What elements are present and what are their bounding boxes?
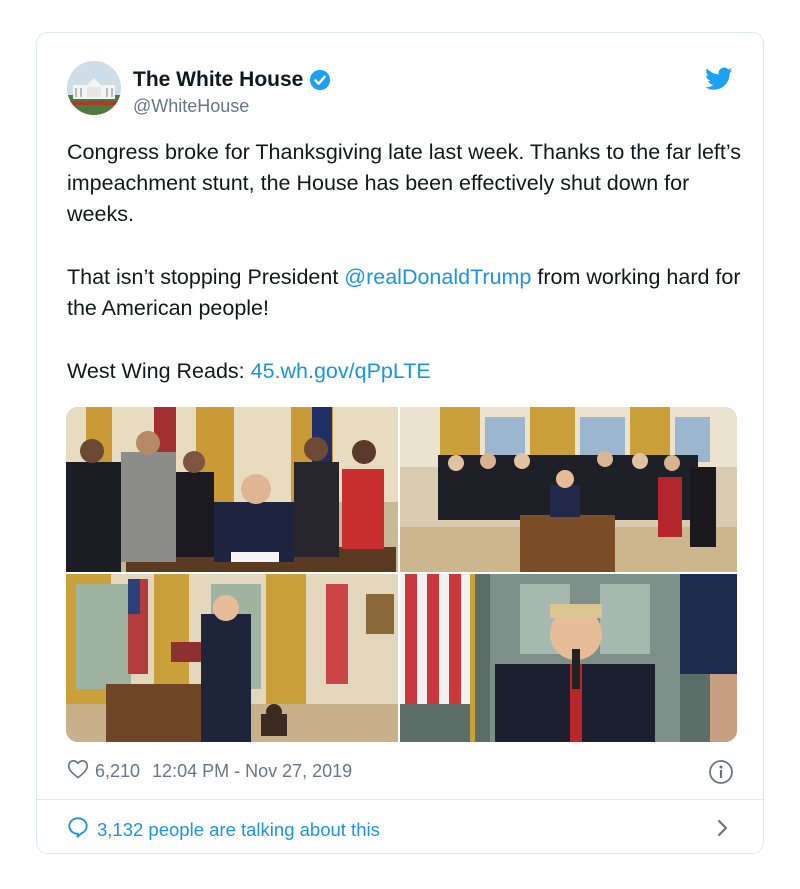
tweet-card: The White House @WhiteHouse Congress bro… (36, 32, 764, 854)
chevron-right-icon[interactable] (715, 816, 731, 840)
tweet-text-segment: That isn’t stopping President (67, 265, 345, 289)
verified-badge-icon (309, 69, 331, 91)
conversation-link[interactable]: 3,132 people are talking about this (67, 816, 380, 843)
tweet-timestamp[interactable]: 12:04 PM - Nov 27, 2019 (152, 761, 352, 782)
photo-microphone[interactable] (400, 574, 737, 742)
photo-desk-dog[interactable] (66, 574, 398, 742)
info-circle-icon[interactable] (708, 759, 734, 785)
speech-bubble-icon (67, 816, 89, 843)
heart-outline-icon[interactable] (67, 759, 89, 784)
author-name[interactable]: The White House (133, 67, 331, 93)
tweet-paragraph-2: That isn’t stopping President @realDonal… (67, 262, 747, 324)
tweet-paragraph-3: West Wing Reads: 45.wh.gov/qPpLTE (67, 356, 747, 387)
like-count: 6,210 (95, 760, 141, 781)
photo-group[interactable] (400, 407, 737, 572)
tweet-paragraph-1: Congress broke for Thanksgiving late las… (67, 140, 742, 226)
author-handle[interactable]: @WhiteHouse (133, 95, 249, 117)
tweet-text: Congress broke for Thanksgiving late las… (67, 137, 747, 419)
tweet-text-segment: West Wing Reads: (67, 359, 251, 383)
photo-grid (66, 407, 737, 742)
tweet-meta: 6,210 12:04 PM - Nov 27, 2019 (67, 758, 352, 784)
mention-link[interactable]: @realDonaldTrump (344, 265, 531, 289)
conversation-count: 3,132 people are talking about this (97, 818, 380, 840)
twitter-bird-icon[interactable] (705, 67, 733, 91)
photo-signing[interactable] (66, 407, 398, 572)
author-name-text: The White House (133, 68, 304, 91)
divider (37, 799, 763, 800)
white-house-logo-icon (67, 61, 121, 115)
avatar[interactable] (67, 61, 121, 115)
url-link[interactable]: 45.wh.gov/qPpLTE (251, 359, 431, 383)
